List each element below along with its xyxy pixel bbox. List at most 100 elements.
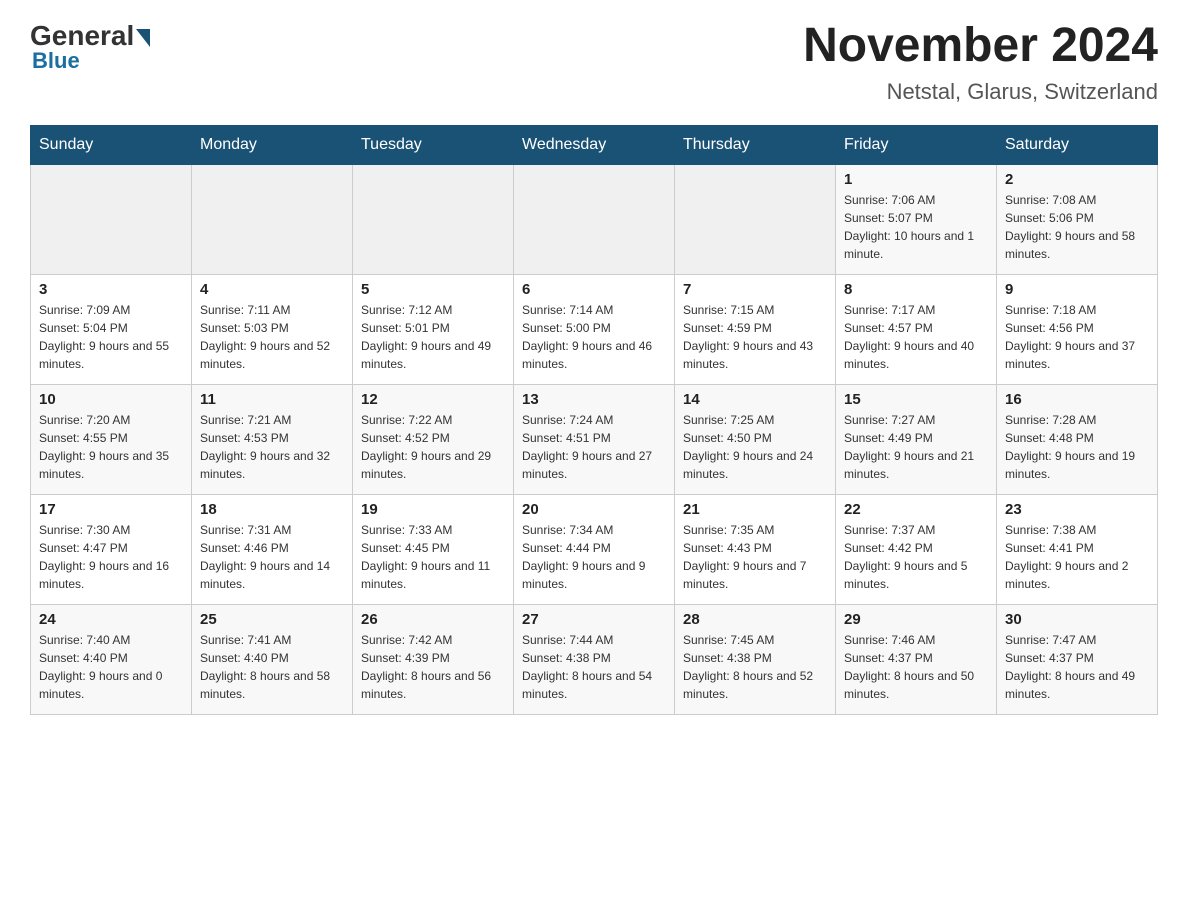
day-number: 23 — [1005, 501, 1149, 518]
calendar-header-row: SundayMondayTuesdayWednesdayThursdayFrid… — [31, 125, 1158, 164]
day-number: 25 — [200, 611, 344, 628]
calendar-cell: 2 Sunrise: 7:08 AM Sunset: 5:06 PM Daylig… — [997, 164, 1158, 274]
day-info: Sunrise: 7:37 AM Sunset: 4:42 PM Dayligh… — [844, 521, 988, 593]
day-info: Sunrise: 7:40 AM Sunset: 4:40 PM Dayligh… — [39, 631, 183, 703]
calendar-cell: 13Sunrise: 7:24 AM Sunset: 4:51 PM Dayli… — [514, 384, 675, 494]
calendar-week-row: 24 Sunrise: 7:40 AM Sunset: 4:40 PM Dayli… — [31, 604, 1158, 714]
calendar-cell: 14 Sunrise: 7:25 AM Sunset: 4:50 PM Dayli… — [675, 384, 836, 494]
day-number: 18 — [200, 501, 344, 518]
calendar-cell: 1Sunrise: 7:06 AM Sunset: 5:07 PM Daylig… — [836, 164, 997, 274]
calendar-cell: 16 Sunrise: 7:28 AM Sunset: 4:48 PM Dayli… — [997, 384, 1158, 494]
day-number: 26 — [361, 611, 505, 628]
calendar-cell: 28 Sunrise: 7:45 AM Sunset: 4:38 PM Dayli… — [675, 604, 836, 714]
calendar-cell: 10 Sunrise: 7:20 AM Sunset: 4:55 PM Dayli… — [31, 384, 192, 494]
day-info: Sunrise: 7:24 AM Sunset: 4:51 PM Dayligh… — [522, 411, 666, 483]
day-number: 5 — [361, 281, 505, 298]
calendar-week-row: 1Sunrise: 7:06 AM Sunset: 5:07 PM Daylig… — [31, 164, 1158, 274]
day-number: 29 — [844, 611, 988, 628]
day-number: 27 — [522, 611, 666, 628]
day-number: 12 — [361, 391, 505, 408]
calendar-cell — [514, 164, 675, 274]
day-info: Sunrise: 7:20 AM Sunset: 4:55 PM Dayligh… — [39, 411, 183, 483]
calendar-cell: 4Sunrise: 7:11 AM Sunset: 5:03 PM Daylig… — [192, 274, 353, 384]
day-number: 3 — [39, 281, 183, 298]
weekday-header-monday: Monday — [192, 125, 353, 164]
weekday-header-saturday: Saturday — [997, 125, 1158, 164]
calendar-cell: 20 Sunrise: 7:34 AM Sunset: 4:44 PM Dayli… — [514, 494, 675, 604]
day-number: 21 — [683, 501, 827, 518]
day-info: Sunrise: 7:41 AM Sunset: 4:40 PM Dayligh… — [200, 631, 344, 703]
calendar-cell: 15 Sunrise: 7:27 AM Sunset: 4:49 PM Dayli… — [836, 384, 997, 494]
day-info: Sunrise: 7:15 AM Sunset: 4:59 PM Dayligh… — [683, 301, 827, 373]
day-number: 28 — [683, 611, 827, 628]
day-number: 6 — [522, 281, 666, 298]
day-number: 20 — [522, 501, 666, 518]
logo-arrow-icon — [136, 29, 150, 47]
header: General Blue November 2024 Netstal, Glar… — [30, 20, 1158, 105]
day-info: Sunrise: 7:08 AM Sunset: 5:06 PM Dayligh… — [1005, 191, 1149, 263]
weekday-header-tuesday: Tuesday — [353, 125, 514, 164]
calendar-cell — [31, 164, 192, 274]
month-title: November 2024 — [803, 20, 1158, 73]
weekday-header-wednesday: Wednesday — [514, 125, 675, 164]
day-info: Sunrise: 7:31 AM Sunset: 4:46 PM Dayligh… — [200, 521, 344, 593]
calendar-cell: 25 Sunrise: 7:41 AM Sunset: 4:40 PM Dayli… — [192, 604, 353, 714]
title-area: November 2024 Netstal, Glarus, Switzerla… — [803, 20, 1158, 105]
day-info: Sunrise: 7:14 AM Sunset: 5:00 PM Dayligh… — [522, 301, 666, 373]
calendar-cell — [675, 164, 836, 274]
day-info: Sunrise: 7:06 AM Sunset: 5:07 PM Dayligh… — [844, 191, 988, 263]
calendar-cell: 7 Sunrise: 7:15 AM Sunset: 4:59 PM Daylig… — [675, 274, 836, 384]
weekday-header-friday: Friday — [836, 125, 997, 164]
day-info: Sunrise: 7:47 AM Sunset: 4:37 PM Dayligh… — [1005, 631, 1149, 703]
day-number: 11 — [200, 391, 344, 408]
calendar-cell: 24 Sunrise: 7:40 AM Sunset: 4:40 PM Dayli… — [31, 604, 192, 714]
day-number: 24 — [39, 611, 183, 628]
day-info: Sunrise: 7:27 AM Sunset: 4:49 PM Dayligh… — [844, 411, 988, 483]
day-number: 10 — [39, 391, 183, 408]
day-info: Sunrise: 7:25 AM Sunset: 4:50 PM Dayligh… — [683, 411, 827, 483]
day-info: Sunrise: 7:42 AM Sunset: 4:39 PM Dayligh… — [361, 631, 505, 703]
day-number: 8 — [844, 281, 988, 298]
logo-blue-text: Blue — [32, 48, 80, 74]
day-info: Sunrise: 7:28 AM Sunset: 4:48 PM Dayligh… — [1005, 411, 1149, 483]
weekday-header-sunday: Sunday — [31, 125, 192, 164]
calendar-cell: 9Sunrise: 7:18 AM Sunset: 4:56 PM Daylig… — [997, 274, 1158, 384]
calendar-week-row: 17Sunrise: 7:30 AM Sunset: 4:47 PM Dayli… — [31, 494, 1158, 604]
day-info: Sunrise: 7:34 AM Sunset: 4:44 PM Dayligh… — [522, 521, 666, 593]
day-number: 4 — [200, 281, 344, 298]
day-number: 15 — [844, 391, 988, 408]
day-info: Sunrise: 7:09 AM Sunset: 5:04 PM Dayligh… — [39, 301, 183, 373]
day-number: 30 — [1005, 611, 1149, 628]
day-info: Sunrise: 7:21 AM Sunset: 4:53 PM Dayligh… — [200, 411, 344, 483]
calendar-cell: 30 Sunrise: 7:47 AM Sunset: 4:37 PM Dayli… — [997, 604, 1158, 714]
calendar-cell: 8Sunrise: 7:17 AM Sunset: 4:57 PM Daylig… — [836, 274, 997, 384]
calendar-cell: 22Sunrise: 7:37 AM Sunset: 4:42 PM Dayli… — [836, 494, 997, 604]
calendar-table: SundayMondayTuesdayWednesdayThursdayFrid… — [30, 125, 1158, 715]
calendar-cell: 6 Sunrise: 7:14 AM Sunset: 5:00 PM Daylig… — [514, 274, 675, 384]
day-info: Sunrise: 7:12 AM Sunset: 5:01 PM Dayligh… — [361, 301, 505, 373]
day-info: Sunrise: 7:22 AM Sunset: 4:52 PM Dayligh… — [361, 411, 505, 483]
day-number: 14 — [683, 391, 827, 408]
calendar-cell — [192, 164, 353, 274]
day-number: 2 — [1005, 171, 1149, 188]
calendar-cell: 29Sunrise: 7:46 AM Sunset: 4:37 PM Dayli… — [836, 604, 997, 714]
day-number: 9 — [1005, 281, 1149, 298]
calendar-cell — [353, 164, 514, 274]
day-number: 7 — [683, 281, 827, 298]
day-number: 17 — [39, 501, 183, 518]
day-info: Sunrise: 7:33 AM Sunset: 4:45 PM Dayligh… — [361, 521, 505, 593]
calendar-cell: 17Sunrise: 7:30 AM Sunset: 4:47 PM Dayli… — [31, 494, 192, 604]
day-info: Sunrise: 7:45 AM Sunset: 4:38 PM Dayligh… — [683, 631, 827, 703]
calendar-cell: 27 Sunrise: 7:44 AM Sunset: 4:38 PM Dayli… — [514, 604, 675, 714]
calendar-cell: 5 Sunrise: 7:12 AM Sunset: 5:01 PM Daylig… — [353, 274, 514, 384]
location-title: Netstal, Glarus, Switzerland — [803, 79, 1158, 105]
calendar-week-row: 10 Sunrise: 7:20 AM Sunset: 4:55 PM Dayli… — [31, 384, 1158, 494]
calendar-cell: 3 Sunrise: 7:09 AM Sunset: 5:04 PM Daylig… — [31, 274, 192, 384]
calendar-cell: 23Sunrise: 7:38 AM Sunset: 4:41 PM Dayli… — [997, 494, 1158, 604]
day-info: Sunrise: 7:44 AM Sunset: 4:38 PM Dayligh… — [522, 631, 666, 703]
calendar-cell: 19Sunrise: 7:33 AM Sunset: 4:45 PM Dayli… — [353, 494, 514, 604]
calendar-week-row: 3 Sunrise: 7:09 AM Sunset: 5:04 PM Daylig… — [31, 274, 1158, 384]
calendar-cell: 11 Sunrise: 7:21 AM Sunset: 4:53 PM Dayli… — [192, 384, 353, 494]
day-number: 16 — [1005, 391, 1149, 408]
calendar-cell: 12 Sunrise: 7:22 AM Sunset: 4:52 PM Dayli… — [353, 384, 514, 494]
